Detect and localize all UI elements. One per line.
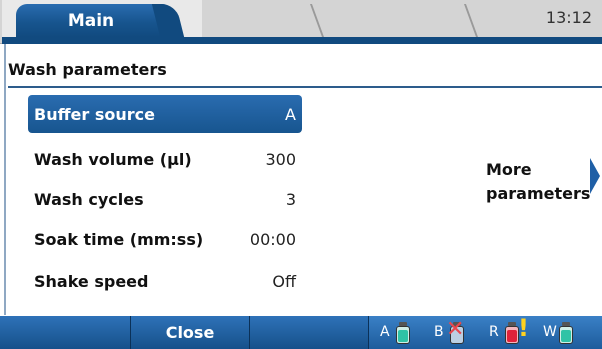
param-value: 00:00	[249, 229, 296, 249]
close-button[interactable]: Close	[130, 316, 250, 349]
param-value: 300	[265, 149, 296, 169]
tab-separator	[463, 4, 479, 37]
tab-underline	[2, 37, 602, 44]
warning-icon: !	[518, 314, 529, 342]
more-parameters-button[interactable]: More parameters	[486, 158, 590, 206]
param-wash-volume[interactable]: Wash volume (µl) 300	[28, 140, 302, 178]
param-label: Shake speed	[34, 271, 149, 291]
param-label: Buffer source	[34, 104, 155, 124]
tab-main-header[interactable]: Main	[16, 4, 166, 37]
param-wash-cycles[interactable]: Wash cycles 3	[28, 180, 302, 218]
param-value: Off	[272, 271, 296, 291]
section-divider	[8, 86, 602, 88]
more-label-line1: More	[486, 160, 532, 179]
more-label-line2: parameters	[486, 184, 591, 203]
close-button-label: Close	[165, 323, 215, 342]
param-value: A	[285, 104, 296, 124]
tab-main-label: Main	[67, 10, 115, 31]
bottle-w-icon	[559, 322, 573, 344]
tab-separator	[309, 4, 325, 37]
bottle-a-icon	[396, 322, 410, 344]
clock: 13:12	[545, 8, 592, 27]
chevron-right-icon[interactable]	[590, 158, 600, 194]
bottle-label-w: W	[543, 324, 557, 340]
bottle-r-icon	[505, 322, 519, 344]
top-tab-bar: Main 13:12	[0, 0, 602, 44]
tab-main[interactable]: Main	[2, 0, 602, 44]
param-label: Wash volume (µl)	[34, 149, 192, 169]
param-soak-time[interactable]: Soak time (mm:ss) 00:00	[28, 220, 302, 258]
param-shake-speed[interactable]: Shake speed Off	[28, 262, 302, 300]
param-buffer-source[interactable]: Buffer source A	[28, 95, 302, 133]
bottle-label-r: R	[489, 324, 499, 340]
bottle-label-b: B	[434, 324, 444, 340]
param-label: Soak time (mm:ss)	[34, 229, 204, 249]
param-label: Wash cycles	[34, 189, 144, 209]
missing-x-icon: ✕	[446, 317, 465, 342]
section-title: Wash parameters	[8, 60, 167, 79]
bottle-label-a: A	[380, 324, 390, 340]
param-value: 3	[285, 189, 296, 209]
